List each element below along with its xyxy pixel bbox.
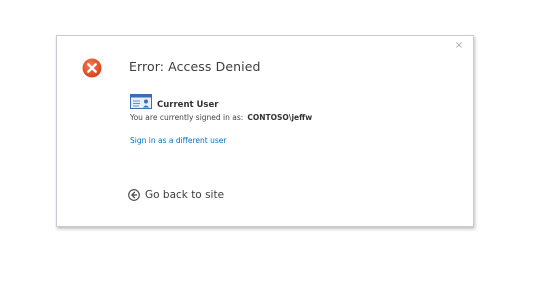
current-user-heading: Current User [157, 100, 219, 110]
close-icon[interactable]: × [454, 41, 464, 51]
error-x-icon [82, 58, 102, 78]
go-back-label: Go back to site [145, 189, 225, 201]
signed-in-label: You are currently signed in as: [130, 113, 244, 122]
signed-in-line: You are currently signed in as: CONTOSO\j… [130, 113, 312, 122]
back-arrow-circle-icon [128, 189, 140, 201]
user-card-icon [130, 94, 152, 109]
go-back-link[interactable]: Go back to site [128, 189, 224, 201]
access-denied-dialog: × Error: Access Denied Current User You … [56, 35, 474, 227]
sign-in-different-user-link[interactable]: Sign in as a different user [130, 136, 226, 145]
page-title: Error: Access Denied [129, 59, 261, 74]
account-name: CONTOSO\jeffw [247, 113, 313, 122]
